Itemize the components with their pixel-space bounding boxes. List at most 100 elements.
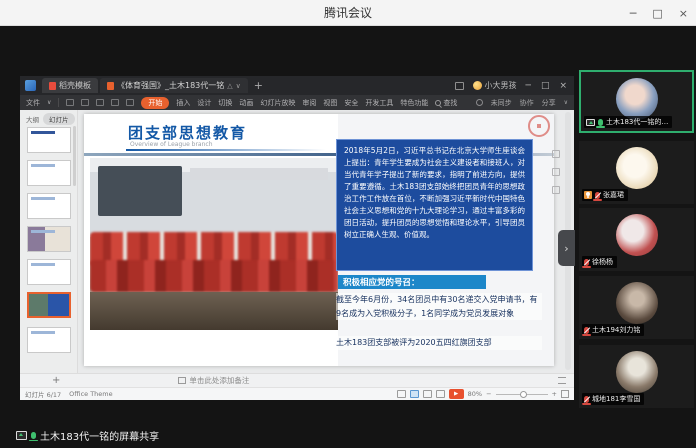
account-chip[interactable]: 小大男孩: [473, 80, 517, 91]
theme-name: Office Theme: [69, 390, 112, 398]
menu-view[interactable]: 视图: [323, 98, 337, 108]
menu-security[interactable]: 安全: [344, 98, 358, 108]
wps-tabbar: 稻壳模板 《体育强国》_土木183代一铭 △ ∨ + 小大男孩 ─: [20, 76, 574, 95]
thumbnail-scrollbar[interactable]: [73, 126, 76, 186]
animation-pane-icon[interactable]: [552, 186, 560, 194]
screen-share-icon: [16, 431, 27, 440]
docer-icon: [49, 82, 56, 90]
zoom-out-button[interactable]: −: [486, 390, 491, 398]
new-tab-button[interactable]: +: [254, 79, 263, 92]
file-menu[interactable]: 文件: [26, 98, 40, 108]
menu-insert[interactable]: 插入: [176, 98, 190, 108]
docer-template-tab[interactable]: 稻壳模板: [42, 78, 98, 93]
comments-icon[interactable]: [552, 168, 560, 176]
document-tab[interactable]: 《体育强国》_土木183代一铭 △ ∨: [100, 78, 248, 93]
normal-view-icon[interactable]: [397, 390, 406, 398]
outline-tab[interactable]: 大纲: [26, 114, 39, 124]
zoom-in-button[interactable]: +: [552, 390, 557, 398]
participant-tile[interactable]: 徐杨杨: [579, 208, 694, 271]
slide-thumbnail[interactable]: [27, 127, 71, 153]
participant-tile[interactable]: 张嘉珺: [579, 141, 694, 204]
wps-maximize-button[interactable]: □: [541, 81, 550, 91]
notes-toggle-icon[interactable]: [558, 377, 566, 384]
meeting-stage: 稻壳模板 《体育强国》_土木183代一铭 △ ∨ + 小大男孩 ─: [0, 26, 696, 448]
current-view-icon[interactable]: [410, 390, 419, 398]
redo-icon[interactable]: [126, 99, 134, 106]
file-caret-icon[interactable]: ∨: [47, 99, 51, 106]
participant-name: 徐杨杨: [592, 257, 613, 267]
students-row: [90, 260, 338, 292]
notes-placeholder-group[interactable]: 单击此处添加备注: [178, 375, 249, 386]
slide-thumbnail[interactable]: [27, 193, 71, 219]
menu-devtools[interactable]: 开发工具: [365, 98, 393, 108]
classroom-floor: [90, 292, 338, 330]
participant-name: 城地181李雪国: [592, 394, 640, 404]
zoom-slider-knob[interactable]: [520, 391, 527, 398]
close-button[interactable]: ×: [679, 7, 688, 20]
screen-share-banner: 土木183代一铭的屏幕共享: [16, 428, 159, 443]
sync-status-label[interactable]: 未同步: [491, 98, 512, 108]
collaborate-button[interactable]: 协作: [520, 98, 534, 108]
add-slide-button[interactable]: +: [52, 375, 60, 386]
projector-screen: [98, 166, 182, 216]
menu-features[interactable]: 特色功能: [400, 98, 428, 108]
maximize-button[interactable]: □: [652, 7, 662, 20]
sorter-view-icon[interactable]: [423, 390, 432, 398]
reading-view-icon[interactable]: [436, 390, 445, 398]
slide-thumbnail[interactable]: [27, 259, 71, 285]
properties-icon[interactable]: [552, 150, 560, 158]
ribbon-collapse-icon[interactable]: ∨: [564, 99, 568, 106]
minimize-button[interactable]: ─: [630, 7, 637, 20]
menu-review[interactable]: 审阅: [302, 98, 316, 108]
slide-thumbnail[interactable]: [27, 160, 71, 186]
title-underline: [126, 149, 326, 151]
participant-tile[interactable]: 土木194刘力铭: [579, 276, 694, 339]
cloud-sync-icon: △: [227, 82, 232, 90]
notes-icon: [178, 377, 186, 384]
host-badge-icon: [584, 191, 592, 199]
search-icon: [435, 100, 441, 106]
menu-home[interactable]: 开始: [141, 97, 169, 109]
new-icon[interactable]: [66, 99, 74, 106]
save-icon[interactable]: [96, 99, 104, 106]
zoom-slider[interactable]: [496, 394, 548, 395]
find-label: 查找: [443, 98, 457, 108]
account-name: 小大男孩: [485, 80, 517, 91]
mic-muted-icon: [584, 327, 589, 334]
university-seal: [528, 115, 550, 137]
notes-placeholder: 单击此处添加备注: [189, 375, 249, 386]
divider: [58, 98, 59, 107]
wps-statusbar: 幻灯片 6/17 Office Theme ▶ 80% − +: [20, 387, 574, 400]
avatar: [616, 78, 658, 120]
menu-slideshow[interactable]: 幻灯片放映: [260, 98, 295, 108]
menu-design[interactable]: 设计: [197, 98, 211, 108]
print-icon[interactable]: [81, 99, 89, 106]
wps-minimize-button[interactable]: ─: [526, 81, 531, 91]
undo-icon[interactable]: [111, 99, 119, 106]
mic-on-icon: [598, 119, 603, 126]
slide-thumbnail[interactable]: [27, 327, 71, 353]
sidebar-collapse-handle[interactable]: ›: [558, 230, 575, 266]
fit-to-window-icon[interactable]: [561, 390, 569, 398]
slideshow-play-button[interactable]: ▶: [449, 389, 464, 399]
sync-status-icon: [476, 99, 483, 106]
slides-tab[interactable]: 幻灯片: [43, 113, 75, 125]
share-button[interactable]: 分享: [542, 98, 556, 108]
wps-home-icon[interactable]: [25, 80, 36, 91]
tab-caret-icon[interactable]: ∨: [236, 82, 241, 90]
wps-close-button[interactable]: ×: [559, 81, 567, 91]
slide-title: 团支部思想教育: [128, 122, 247, 143]
participant-tile-self[interactable]: 土木183代一铭的…: [579, 70, 694, 133]
participant-tile[interactable]: 城地181李雪国: [579, 345, 694, 408]
find-control[interactable]: 查找: [435, 98, 457, 108]
slide-thumbnail-selected[interactable]: [27, 292, 71, 318]
avatar: [616, 147, 658, 189]
menu-animation[interactable]: 动画: [239, 98, 253, 108]
avatar: [616, 351, 658, 393]
slide-thumbnail[interactable]: [27, 226, 71, 252]
callout-body: 截至今年6月份，34名团员中有30名递交入党申请书，有9名成为入党积极分子，1名…: [336, 293, 542, 320]
layout-icon[interactable]: [455, 82, 464, 90]
callout-header: 积极相应党的号召：: [338, 275, 486, 289]
menu-transition[interactable]: 切换: [218, 98, 232, 108]
window-title: 腾讯会议: [324, 4, 372, 21]
